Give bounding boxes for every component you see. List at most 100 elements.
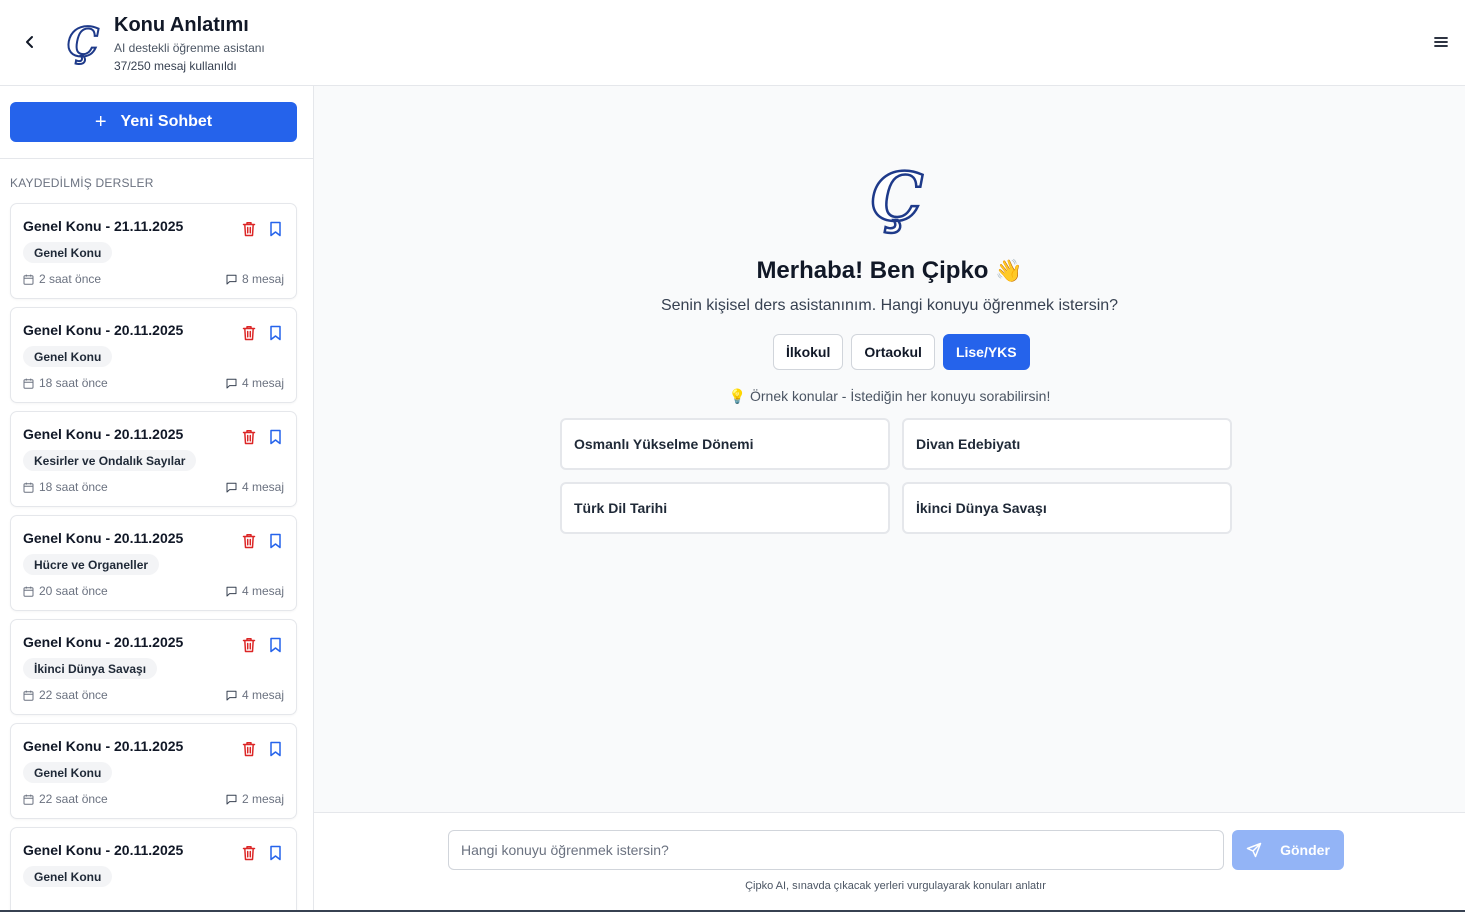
lesson-card[interactable]: Genel Konu - 20.11.2025 Kesirler ve Ondal… xyxy=(10,411,297,507)
lesson-title: Genel Konu - 20.11.2025 xyxy=(23,322,184,338)
delete-lesson-button[interactable] xyxy=(242,221,258,239)
message-icon xyxy=(226,794,237,804)
sidebar: + Yeni Sohbet KAYDEDİLMİŞ DERSLER Genel … xyxy=(0,86,314,912)
lesson-count-text: 4 mesaj xyxy=(241,584,284,598)
lesson-title: Genel Konu - 21.11.2025 xyxy=(23,218,184,234)
message-icon xyxy=(226,378,237,388)
lesson-topic-tag: Genel Konu xyxy=(23,346,113,367)
message-input[interactable] xyxy=(448,830,1224,870)
example-topic-button[interactable]: Türk Dil Tarihi xyxy=(560,482,890,534)
send-label: Gönder xyxy=(1280,842,1330,858)
lesson-title: Genel Konu - 20.11.2025 xyxy=(23,530,184,546)
lesson-card[interactable]: Genel Konu - 20.11.2025 Hücre ve Organell… xyxy=(10,515,297,611)
calendar-icon xyxy=(23,378,34,389)
bookmark-icon xyxy=(270,741,281,757)
trash-icon xyxy=(242,326,256,341)
chevron-left-icon xyxy=(26,36,33,48)
lesson-topic-tag: Hücre ve Organeller xyxy=(23,554,160,575)
example-topics: Osmanlı Yükselme Dönemi Divan Edebiyatı Tü… xyxy=(560,418,1232,534)
back-button[interactable] xyxy=(18,30,42,54)
lesson-card[interactable]: Genel Konu - 20.11.2025 Genel Konu 22 saat… xyxy=(10,723,297,819)
message-icon xyxy=(226,690,237,700)
greeting-text: Merhaba! Ben Çipko xyxy=(756,257,989,284)
bookmark-icon xyxy=(270,325,281,341)
delete-lesson-button[interactable] xyxy=(242,637,258,655)
bookmark-lesson-button[interactable] xyxy=(269,429,285,447)
bookmark-lesson-button[interactable] xyxy=(269,325,285,343)
example-topic-button[interactable]: İkinci Dünya Savaşı xyxy=(902,482,1232,534)
logo-letter: Ç xyxy=(67,19,99,66)
level-button[interactable]: Ortaokul xyxy=(851,334,935,370)
lesson-topic-tag: Genel Konu xyxy=(23,242,113,263)
disclaimer: Çipko AI, sınavda çıkacak yerleri vurgul… xyxy=(745,880,1046,892)
plus-icon: + xyxy=(94,111,107,133)
saved-lessons-list: Genel Konu - 21.11.2025 Genel Konu 2 saat … xyxy=(10,203,297,912)
logo-large-letter: Ç xyxy=(871,158,924,236)
hamburger-icon xyxy=(1434,37,1448,47)
delete-lesson-button[interactable] xyxy=(242,741,258,759)
lesson-card[interactable]: Genel Konu - 20.11.2025 İkinci Dünya Sava… xyxy=(10,619,297,715)
lesson-time-text: 22 saat önce xyxy=(39,688,108,702)
lesson-message-count: 8 mesaj xyxy=(226,272,284,286)
delete-lesson-button[interactable] xyxy=(242,845,258,863)
bookmark-icon xyxy=(270,637,281,653)
lesson-count-text: 4 mesaj xyxy=(241,688,284,702)
bookmark-lesson-button[interactable] xyxy=(269,845,285,863)
lesson-time-text: 22 saat önce xyxy=(39,792,108,806)
main-panel: Ç Merhaba! Ben Çipko 👋 Senin kişisel der… xyxy=(314,86,1465,812)
lesson-time: 18 saat önce xyxy=(23,480,108,494)
bookmark-lesson-button[interactable] xyxy=(269,533,285,551)
sidebar-divider xyxy=(0,158,313,159)
cipko-logo-large: Ç xyxy=(869,157,924,238)
level-selector: İlkokul Ortaokul Lise/YKS xyxy=(773,334,1030,370)
calendar-icon xyxy=(23,482,34,493)
bookmark-icon xyxy=(270,845,281,861)
bookmark-lesson-button[interactable] xyxy=(269,741,285,759)
lesson-title: Genel Konu - 20.11.2025 xyxy=(23,426,184,442)
composer: Gönder Çipko AI, sınavda çıkacak yerleri… xyxy=(314,812,1465,910)
lesson-card[interactable]: Genel Konu - 21.11.2025 Genel Konu 2 saat … xyxy=(10,203,297,299)
lesson-count-text: 4 mesaj xyxy=(241,376,284,390)
lesson-topic-tag: Genel Konu xyxy=(23,762,113,783)
trash-icon xyxy=(242,430,256,445)
lesson-title: Genel Konu - 20.11.2025 xyxy=(23,634,184,650)
calendar-icon xyxy=(23,586,34,597)
lesson-card[interactable]: Genel Konu - 20.11.2025 Genel Konu xyxy=(10,827,297,912)
app-header: Ç Konu Anlatımı AI destekli öğrenme asis… xyxy=(0,0,1465,86)
message-icon xyxy=(226,274,237,284)
example-topic-button[interactable]: Divan Edebiyatı xyxy=(902,418,1232,470)
waving-hand-icon: 👋 xyxy=(995,258,1023,283)
lesson-topic-tag: Kesirler ve Ondalık Sayılar xyxy=(23,450,197,471)
examples-hint: 💡 Örnek konular - İstediğin her konuyu s… xyxy=(728,388,1051,404)
lesson-count-text: 8 mesaj xyxy=(241,272,284,286)
lesson-title: Genel Konu - 20.11.2025 xyxy=(23,842,184,858)
bookmark-icon xyxy=(270,221,281,237)
lesson-card[interactable]: Genel Konu - 20.11.2025 Genel Konu 18 saat… xyxy=(10,307,297,403)
bookmark-icon xyxy=(270,533,281,549)
menu-button[interactable] xyxy=(1430,32,1452,52)
bookmark-icon xyxy=(270,429,281,445)
lesson-time: 2 saat önce xyxy=(23,272,101,286)
send-icon xyxy=(1246,842,1262,858)
lesson-time-text: 18 saat önce xyxy=(39,376,108,390)
delete-lesson-button[interactable] xyxy=(242,533,258,551)
lesson-time: 22 saat önce xyxy=(23,688,108,702)
example-topic-button[interactable]: Osmanlı Yükselme Dönemi xyxy=(560,418,890,470)
calendar-icon xyxy=(23,274,34,285)
new-chat-button[interactable]: + Yeni Sohbet xyxy=(10,102,297,142)
intro-text: Senin kişisel ders asistanınım. Hangi ko… xyxy=(660,297,1119,314)
lesson-topic-tag: Genel Konu xyxy=(23,866,113,887)
bookmark-lesson-button[interactable] xyxy=(269,221,285,239)
delete-lesson-button[interactable] xyxy=(242,429,258,447)
message-icon xyxy=(226,482,237,492)
lesson-time: 20 saat önce xyxy=(23,584,108,598)
send-button[interactable]: Gönder xyxy=(1232,830,1344,870)
lesson-time-text: 18 saat önce xyxy=(39,480,108,494)
level-button[interactable]: Lise/YKS xyxy=(942,334,1030,370)
bookmark-lesson-button[interactable] xyxy=(269,637,285,655)
level-button[interactable]: İlkokul xyxy=(773,334,844,370)
trash-icon xyxy=(242,534,256,549)
delete-lesson-button[interactable] xyxy=(242,325,258,343)
lesson-time: 22 saat önce xyxy=(23,792,108,806)
trash-icon xyxy=(242,846,256,861)
